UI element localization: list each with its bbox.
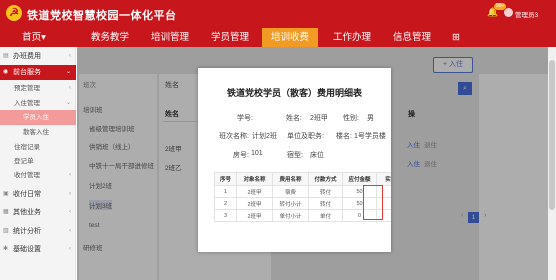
- sidebar-item-front-desk[interactable]: ◉ 前台服务 ⌄: [0, 65, 76, 80]
- class-name-value: 计划2班: [252, 133, 277, 140]
- table-cell: 3: [214, 209, 237, 222]
- cash-icon: ▣: [3, 191, 9, 197]
- party-emblem-icon: ☭: [6, 5, 22, 21]
- table-cell: 转付: [308, 185, 343, 198]
- sidebar-item-payment-mgmt[interactable]: 收付管理 ‹: [0, 168, 76, 183]
- nav-info-mgmt[interactable]: 信息管理: [386, 28, 438, 47]
- nav-training-fees[interactable]: 培训收费: [262, 28, 318, 47]
- chevron-icon: ‹: [69, 228, 71, 234]
- chevron-down-icon: ⌄: [65, 69, 71, 75]
- fee-detail-modal: 铁道党校学员（散客）费用明细表 学号: 姓名: 2班甲 性别: 男 班次名称: …: [198, 68, 391, 252]
- table-cell: 宿费: [272, 185, 309, 198]
- gender-label: 性别:: [343, 115, 359, 122]
- modal-title: 铁道党校学员（散客）费用明细表: [226, 88, 362, 98]
- table-cell: 2班甲: [236, 197, 273, 210]
- sidebar-item-label: 登记单: [14, 158, 34, 165]
- chevron-icon: ‹: [69, 172, 71, 178]
- table-cell: 转付小计: [272, 197, 309, 210]
- table-cell: 2班甲: [236, 209, 273, 222]
- column-header: 对象名称: [236, 172, 273, 186]
- nav-teaching[interactable]: 教务教学: [84, 28, 136, 47]
- chevron-icon: ‹: [69, 85, 71, 91]
- sidebar-item-label: 住宿记录: [14, 144, 40, 151]
- table-cell: 转付: [308, 197, 343, 210]
- sidebar-item-label: 入住管理: [14, 100, 40, 107]
- sidebar-item-label: 基础设置: [13, 246, 41, 253]
- column-header: 序号: [214, 172, 237, 186]
- sidebar-item-checkin-mgmt[interactable]: 入住管理 ⌄: [0, 96, 76, 111]
- sidebar-item-class-fees[interactable]: ▤ 办班费用 ‹: [0, 49, 76, 64]
- sidebar-item-label: 预定管理: [14, 85, 40, 92]
- building-value: 1号学员楼: [354, 133, 386, 140]
- gender-value: 男: [367, 115, 374, 122]
- table-cell: 单付小计: [272, 209, 309, 222]
- sidebar: ▤ 办班费用 ‹ ◉ 前台服务 ⌄ 预定管理 ‹ 入住管理 ⌄ 学员入住 散客入…: [0, 47, 76, 280]
- sidebar-item-label: 其他业务: [13, 209, 41, 216]
- scrollbar-thumb[interactable]: [549, 60, 555, 210]
- student-id-label: 学号:: [237, 115, 253, 122]
- chart-icon: ▥: [3, 228, 9, 234]
- user-name[interactable]: 管理员3: [515, 9, 538, 19]
- column-header: 应付金额: [342, 172, 377, 186]
- chevron-icon: ‹: [69, 246, 71, 252]
- class-name-label: 班次名称:: [219, 133, 249, 140]
- table-cell: 1: [214, 185, 237, 198]
- file-icon: ▤: [3, 53, 9, 59]
- app-title: 铁道党校智慧校园一体化平台: [27, 10, 177, 22]
- amount-highlight-box: [363, 185, 383, 220]
- nav-training-mgmt[interactable]: 培训管理: [144, 28, 196, 47]
- nav-student-mgmt[interactable]: 学员管理: [204, 28, 256, 47]
- column-header: 付款方式: [308, 172, 343, 186]
- sidebar-item-label: 收付管理: [14, 172, 40, 179]
- bed-type-value: 床位: [310, 152, 324, 159]
- sidebar-item-student-checkin[interactable]: 学员入住: [0, 110, 76, 125]
- briefcase-icon: ▦: [3, 209, 9, 215]
- sidebar-item-label: 散客入住: [23, 129, 49, 136]
- sidebar-item-label: 办班费用: [13, 53, 41, 60]
- nav-home[interactable]: 首页▾: [0, 28, 68, 47]
- service-icon: ◉: [3, 69, 9, 75]
- chevron-icon: ‹: [69, 53, 71, 59]
- table-cell: 2班甲: [236, 185, 273, 198]
- sidebar-item-booking[interactable]: 预定管理 ‹: [0, 81, 76, 96]
- chevron-icon: ‹: [69, 209, 71, 215]
- sidebar-item-label: 统计分析: [13, 228, 41, 235]
- column-header: 费用名称: [272, 172, 309, 186]
- nav-grid-icon[interactable]: ⊞: [446, 28, 466, 47]
- sidebar-item-label: 收付日常: [13, 191, 41, 198]
- column-header: 实: [376, 172, 391, 186]
- settings-icon: ✱: [3, 246, 9, 252]
- building-label: 楼名:: [336, 133, 352, 140]
- name-label: 姓名:: [286, 115, 302, 122]
- chevron-icon: ‹: [69, 191, 71, 197]
- nav-work[interactable]: 工作办理: [326, 28, 378, 47]
- name-value: 2班甲: [310, 115, 328, 122]
- room-value: 101: [251, 150, 263, 157]
- table-header-row: 序号 对象名称 费用名称 付款方式 应付金额 实: [214, 172, 391, 186]
- sidebar-item-statistics[interactable]: ▥ 统计分析 ‹: [0, 224, 76, 239]
- main-nav: 首页▾ 教务教学 培训管理 学员管理 培训收费 工作办理 信息管理 ⊞: [0, 28, 556, 47]
- table-cell: 2: [214, 197, 237, 210]
- avatar[interactable]: [504, 8, 513, 17]
- unit-position-label: 单位及职务:: [287, 133, 324, 140]
- bed-type-label: 宿型:: [287, 152, 303, 159]
- top-header: ☭ 铁道党校智慧校园一体化平台 🔔 99+ 管理员3: [0, 0, 556, 28]
- room-label: 房号:: [233, 152, 249, 159]
- sidebar-item-label: 学员入住: [23, 114, 49, 121]
- sidebar-item-stay-records[interactable]: 住宿记录: [0, 140, 76, 155]
- sidebar-item-base-settings[interactable]: ✱ 基础设置 ‹: [0, 242, 76, 257]
- chevron-down-icon: ⌄: [65, 100, 71, 106]
- sidebar-item-daily-payments[interactable]: ▣ 收付日常 ‹: [0, 187, 76, 202]
- table-cell: 单付: [308, 209, 343, 222]
- sidebar-item-guest-checkin[interactable]: 散客入住: [0, 125, 76, 140]
- sidebar-item-other-business[interactable]: ▦ 其他业务 ‹: [0, 205, 76, 220]
- sidebar-item-register[interactable]: 登记单: [0, 154, 76, 169]
- sidebar-item-label: 前台服务: [13, 69, 41, 76]
